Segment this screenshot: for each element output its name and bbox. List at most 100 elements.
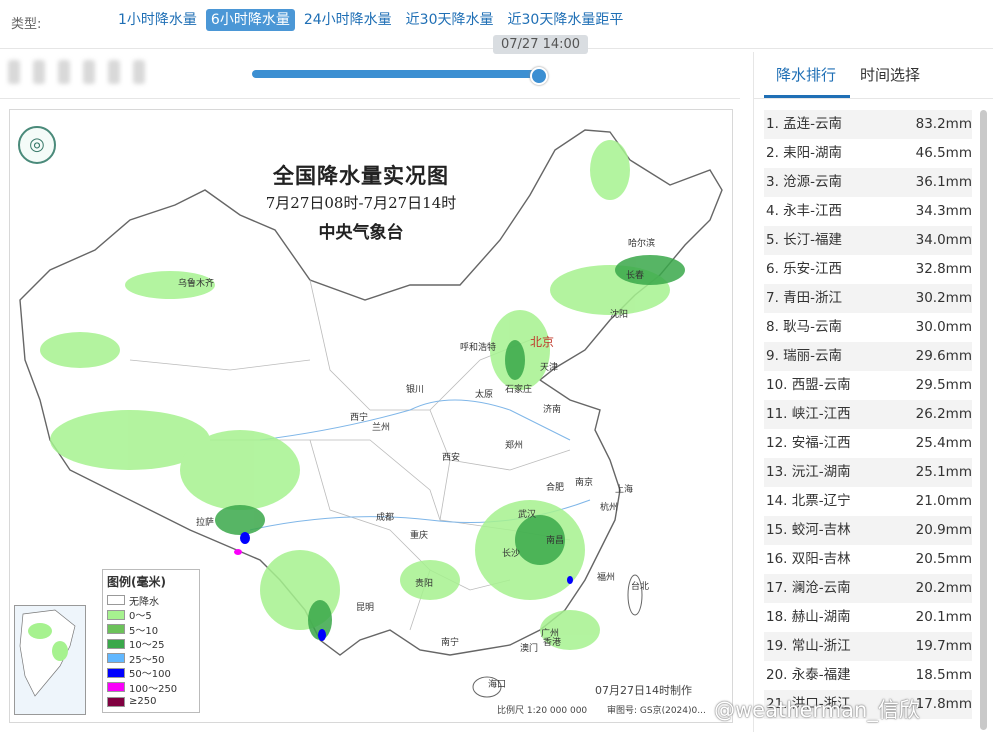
ranking-value: 30.2mm — [915, 290, 972, 306]
city-label: 海口 — [488, 680, 507, 690]
ranking-row[interactable]: 17. 澜沧-云南 20.2mm — [764, 574, 972, 603]
ranking-value: 21.0mm — [915, 493, 972, 509]
ranking-station: 13. 沅江-湖南 — [766, 464, 851, 480]
ranking-value: 25.4mm — [915, 435, 972, 451]
ranking-station: 8. 耿马-云南 — [766, 319, 843, 335]
blurred-control — [33, 60, 45, 84]
ranking-value: 17.8mm — [915, 696, 972, 712]
city-label: 香港 — [543, 638, 562, 648]
city-label: 乌鲁木齐 — [178, 279, 215, 289]
ranking-value: 29.6mm — [915, 348, 972, 364]
ranking-row[interactable]: 1. 孟连-云南 83.2mm — [764, 110, 972, 139]
ranking-row[interactable]: 20. 永泰-福建 18.5mm — [764, 661, 972, 690]
city-label: 杭州 — [600, 503, 619, 513]
ranking-value: 36.1mm — [915, 174, 972, 190]
time-slider-track[interactable] — [252, 70, 538, 78]
ranking-row[interactable]: 7. 青田-浙江 30.2mm — [764, 284, 972, 313]
city-label: 重庆 — [410, 531, 429, 541]
ranking-row[interactable]: 10. 西盟-云南 29.5mm — [764, 371, 972, 400]
city-label: 台北 — [631, 582, 650, 592]
ranking-station: 2. 耒阳-湖南 — [766, 145, 843, 161]
legend-title: 图例(毫米) — [107, 575, 166, 589]
precip-extreme — [234, 549, 242, 555]
panel-tabs: 降水排行 时间选择 — [754, 52, 993, 99]
legend-item: 100～250 — [107, 680, 195, 695]
ranking-value: 20.1mm — [915, 609, 972, 625]
tab-time-select[interactable]: 时间选择 — [860, 64, 920, 85]
type-label: 类型: — [11, 17, 42, 32]
ranking-panel: 降水排行 时间选择 1. 孟连-云南 83.2mm 2. 耒阳-湖南 46.5mm 3.… — [753, 52, 993, 732]
ranking-value: 25.1mm — [915, 464, 972, 480]
ranking-value: 26.2mm — [915, 406, 972, 422]
ranking-row[interactable]: 16. 双阳-吉林 20.5mm — [764, 545, 972, 574]
type-tab-1h[interactable]: 1小时降水量 — [113, 9, 202, 31]
time-slider-handle[interactable] — [530, 67, 548, 85]
city-label: 银川 — [406, 385, 425, 395]
ranking-row[interactable]: 14. 北票-辽宁 21.0mm — [764, 487, 972, 516]
ranking-row[interactable]: 3. 沧源-云南 36.1mm — [764, 168, 972, 197]
type-tab-30d[interactable]: 近30天降水量 — [401, 9, 499, 31]
ranking-value: 30.0mm — [915, 319, 972, 335]
ranking-station: 14. 北票-辽宁 — [766, 493, 851, 509]
ranking-row[interactable]: 13. 沅江-湖南 25.1mm — [764, 458, 972, 487]
city-label: 福州 — [597, 573, 616, 583]
city-label: 石家庄 — [505, 385, 533, 395]
city-label: 南宁 — [441, 638, 460, 648]
legend-label: 5～10 — [129, 625, 159, 637]
ranking-row[interactable]: 15. 蛟河-吉林 20.9mm — [764, 516, 972, 545]
legend-label: 50～100 — [129, 669, 171, 681]
map-title: 全国降水量实况图 — [273, 163, 449, 188]
ranking-station: 16. 双阳-吉林 — [766, 551, 851, 567]
type-tab-24h[interactable]: 24小时降水量 — [299, 9, 397, 31]
ranking-row[interactable]: 12. 安福-江西 25.4mm — [764, 429, 972, 458]
legend-swatch — [107, 682, 125, 693]
map-agency: 中央气象台 — [318, 223, 404, 243]
ranking-station: 19. 常山-浙江 — [766, 638, 851, 654]
ranking-row[interactable]: 8. 耿马-云南 30.0mm — [764, 313, 972, 342]
ranking-station: 18. 赫山-湖南 — [766, 609, 851, 625]
ranking-value: 20.5mm — [915, 551, 972, 567]
tab-precip-ranking[interactable]: 降水排行 — [776, 64, 836, 85]
legend-label: 10～25 — [129, 640, 165, 652]
city-label: 兰州 — [372, 423, 391, 433]
ranking-station: 9. 瑞丽-云南 — [766, 348, 843, 364]
legend-swatch — [107, 595, 125, 606]
type-tabs: 1小时降水量 6小时降水量 24小时降水量 近30天降水量 近30天降水量距平 — [113, 9, 628, 31]
ranking-station: 3. 沧源-云南 — [766, 174, 843, 190]
city-label: 长沙 — [502, 549, 521, 559]
city-label: 西宁 — [350, 413, 369, 423]
ranking-scrollbar[interactable] — [980, 110, 987, 730]
watermark: @weatherman_信欣 — [714, 698, 920, 722]
ranking-row[interactable]: 9. 瑞丽-云南 29.6mm — [764, 342, 972, 371]
time-slider-tooltip: 07/27 14:00 — [493, 35, 589, 54]
ranking-row[interactable]: 11. 峡江-江西 26.2mm — [764, 400, 972, 429]
city-label: 郑州 — [505, 441, 524, 451]
ranking-row[interactable]: 6. 乐安-江西 32.8mm — [764, 255, 972, 284]
ranking-row[interactable]: 4. 永丰-江西 34.3mm — [764, 197, 972, 226]
ranking-row[interactable]: 18. 赫山-湖南 20.1mm — [764, 603, 972, 632]
legend-swatch — [107, 667, 125, 678]
cma-logo: ◎ — [18, 126, 56, 164]
ranking-value: 20.2mm — [915, 580, 972, 596]
ranking-station: 7. 青田-浙江 — [766, 290, 843, 306]
legend-swatch — [107, 609, 125, 620]
ranking-value: 18.5mm — [915, 667, 972, 683]
ranking-value: 83.2mm — [915, 116, 972, 132]
legend-item: 25～50 — [107, 651, 195, 666]
ranking-station: 5. 长汀-福建 — [766, 232, 843, 248]
ranking-row[interactable]: 19. 常山-浙江 19.7mm — [764, 632, 972, 661]
city-label: 南京 — [575, 478, 594, 488]
city-label: 太原 — [475, 390, 494, 400]
type-tab-6h[interactable]: 6小时降水量 — [205, 9, 295, 31]
ranking-row[interactable]: 2. 耒阳-湖南 46.5mm — [764, 139, 972, 168]
city-label: 长春 — [626, 271, 645, 281]
ranking-row[interactable]: 5. 长汀-福建 34.0mm — [764, 226, 972, 255]
ranking-value: 29.5mm — [915, 377, 972, 393]
legend-item: 5～10 — [107, 622, 195, 637]
ranking-station: 4. 永丰-江西 — [766, 203, 843, 219]
legend-item: 10～25 — [107, 637, 195, 652]
blurred-control — [108, 60, 120, 84]
ranking-value: 46.5mm — [915, 145, 972, 161]
blurred-control — [133, 60, 145, 84]
type-tab-30d-anomaly[interactable]: 近30天降水量距平 — [503, 9, 629, 31]
